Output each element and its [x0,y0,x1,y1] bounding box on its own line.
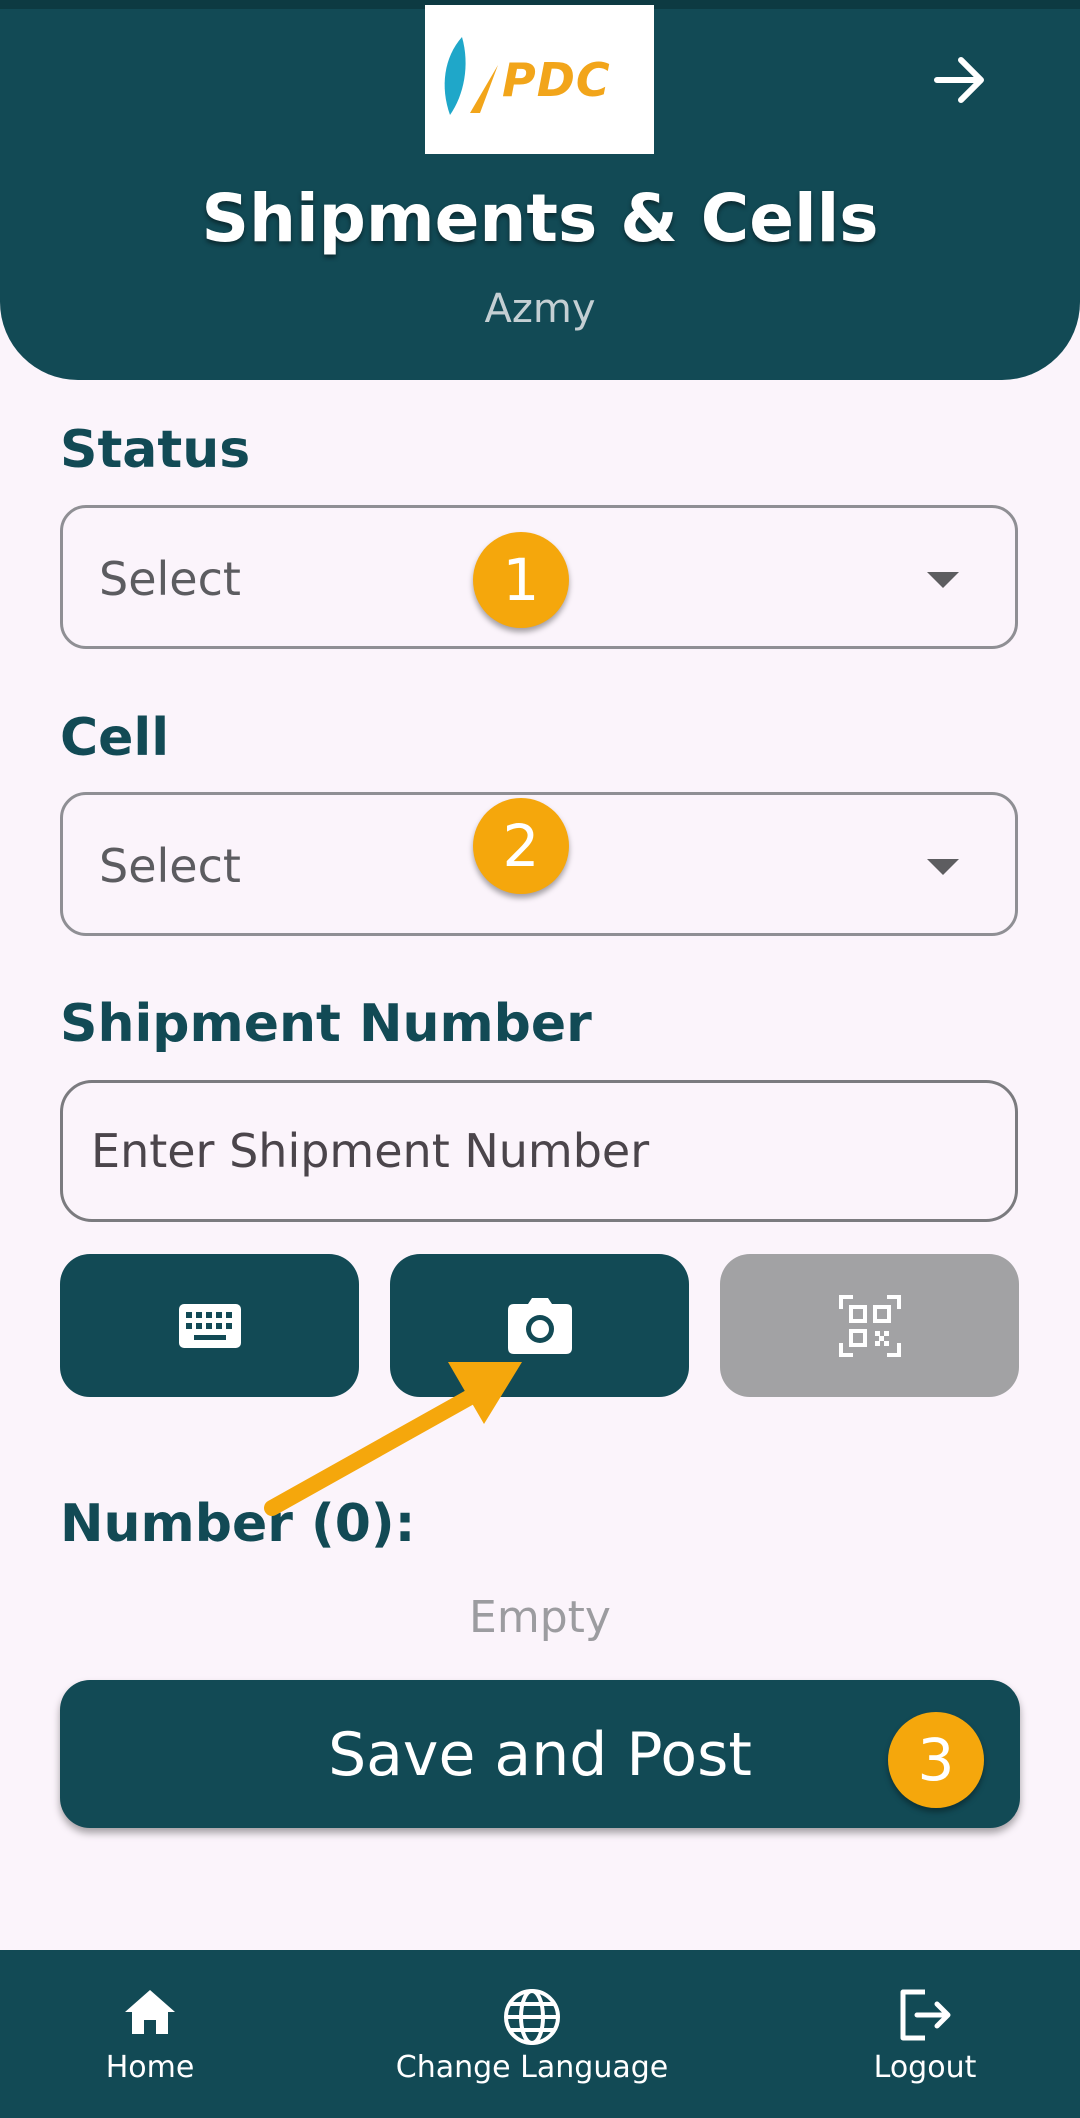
user-name: Azmy [484,286,596,332]
empty-state-text: Empty [469,1592,611,1643]
chevron-down-icon [927,572,959,588]
logout-icon [900,1989,951,2041]
bottom-navigation: Home Change Language Logout [0,1950,1080,2118]
app-header: PDC Shipments & Cells Azmy [0,0,1080,380]
cell-label: Cell [60,708,170,768]
keyboard-button[interactable] [60,1254,359,1397]
logo-text: PDC [502,53,611,107]
camera-icon [507,1297,572,1354]
keyboard-icon [178,1303,241,1348]
annotation-badge-2: 2 [473,798,569,894]
nav-item-change-language[interactable]: Change Language [372,1950,692,2118]
forward-button[interactable] [925,45,995,115]
nav-item-home[interactable]: Home [60,1950,240,2118]
chevron-down-icon [927,859,959,875]
camera-button[interactable] [390,1254,689,1397]
status-label: Status [60,420,251,480]
globe-icon [504,1989,560,2045]
nav-label-home: Home [105,2050,195,2085]
page-title: Shipments & Cells [201,180,879,257]
pdc-logo: PDC [425,5,654,154]
annotation-badge-3: 3 [888,1712,984,1808]
status-dropdown-value: Select [99,552,241,606]
nav-item-logout[interactable]: Logout [845,1950,1005,2118]
save-and-post-button[interactable]: Save and Post [60,1680,1020,1828]
arrow-right-icon [934,57,984,103]
shipment-number-input[interactable] [89,1117,973,1185]
cell-dropdown-value: Select [99,839,241,893]
nav-label-change-language: Change Language [395,2050,669,2085]
shipment-number-field[interactable] [60,1080,1018,1222]
save-and-post-label: Save and Post [328,1720,752,1790]
logo-leaf-icon [444,37,498,115]
qr-scan-button[interactable] [720,1254,1019,1397]
qr-code-icon [838,1294,901,1357]
annotation-badge-1: 1 [473,532,569,628]
shipment-number-label: Shipment Number [60,994,592,1054]
number-count-label: Number (0): [60,1494,416,1554]
nav-label-logout: Logout [873,2050,977,2085]
home-icon [125,1990,175,2034]
